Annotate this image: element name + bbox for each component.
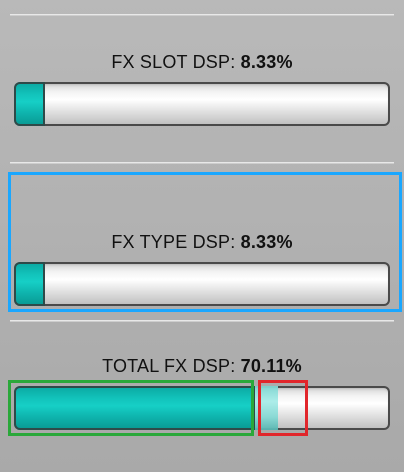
fx-type-dsp-meter-fill — [14, 262, 46, 306]
fx-slot-dsp-meter — [14, 82, 390, 126]
fx-type-dsp-meter — [14, 262, 390, 306]
fx-type-dsp-label-text: FX TYPE DSP: — [111, 232, 236, 252]
fx-slot-dsp-label-text: FX SLOT DSP: — [111, 52, 236, 72]
total-fx-dsp-meter — [14, 386, 390, 430]
dsp-usage-panel: FX SLOT DSP: 8.33% FX TYPE DSP: 8.33% TO… — [0, 0, 404, 472]
fx-slot-dsp-label: FX SLOT DSP: 8.33% — [0, 52, 404, 73]
total-fx-dsp-meter-fill — [14, 386, 255, 430]
total-fx-dsp-value: 70.11% — [240, 356, 302, 376]
lower-divider — [10, 320, 394, 322]
fx-type-dsp-label: FX TYPE DSP: 8.33% — [0, 232, 404, 253]
fx-type-dsp-value: 8.33% — [240, 232, 293, 252]
top-divider — [10, 14, 394, 16]
middle-divider — [10, 162, 394, 164]
total-fx-dsp-label-text: TOTAL FX DSP: — [102, 356, 236, 376]
fx-slot-dsp-value: 8.33% — [240, 52, 293, 72]
total-fx-dsp-pending-fill — [254, 386, 278, 430]
total-fx-dsp-label: TOTAL FX DSP: 70.11% — [0, 356, 404, 377]
fx-slot-dsp-meter-fill — [14, 82, 46, 126]
